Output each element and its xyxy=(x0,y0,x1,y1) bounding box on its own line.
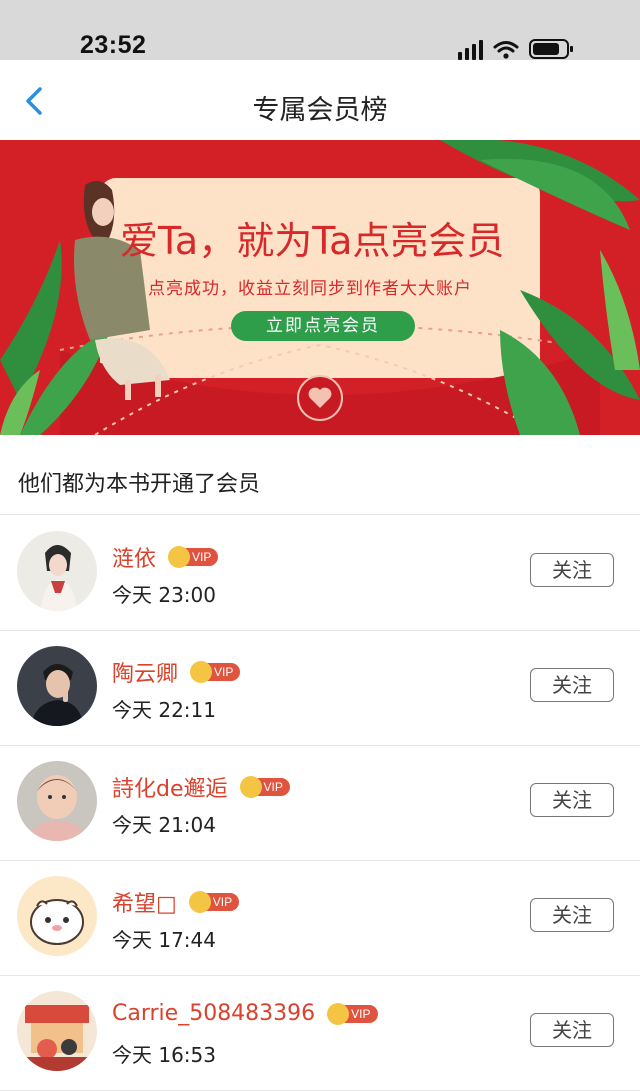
member-row: 涟依 VIP 今天 23:00 关注 xyxy=(0,515,640,631)
cartoon-avatar[interactable] xyxy=(17,876,97,956)
follow-button[interactable]: 关注 xyxy=(530,783,614,817)
battery-icon xyxy=(529,39,573,59)
wifi-icon xyxy=(493,41,519,59)
cartoon-shop-avatar[interactable] xyxy=(17,991,97,1071)
member-name-row: 希望□ VIP xyxy=(112,886,240,918)
vip-badge: VIP xyxy=(188,891,240,913)
page-title: 专属会员榜 xyxy=(252,95,388,126)
promo-banner[interactable]: 爱Ta，就为Ta点亮会员 点亮成功，收益立刻同步到作者大大账户 立即点亮会员 xyxy=(0,140,640,435)
member-name[interactable]: 陶云卿 xyxy=(112,656,178,688)
banner-headline: 爱Ta，就为Ta点亮会员 xyxy=(120,219,505,263)
crown-icon xyxy=(188,891,211,913)
member-row: 希望□ VIP 今天 17:44 关注 xyxy=(0,860,640,976)
follow-button[interactable]: 关注 xyxy=(530,1013,614,1047)
signal-icon xyxy=(458,38,483,60)
crown-icon xyxy=(239,776,262,798)
vip-badge: VIP xyxy=(190,661,241,683)
status-bar: 23:52 xyxy=(0,0,640,60)
crown-icon xyxy=(190,661,213,683)
follow-button[interactable]: 关注 xyxy=(530,553,614,587)
member-name[interactable]: 希望□ xyxy=(112,886,177,918)
crown-icon xyxy=(168,546,191,568)
follow-button[interactable]: 关注 xyxy=(530,898,614,932)
member-name[interactable]: 涟依 xyxy=(112,541,156,573)
baby-photo-avatar[interactable] xyxy=(17,761,97,841)
member-name-row: 詩化de邂逅 VIP xyxy=(112,771,290,803)
member-name-row: 涟依 VIP xyxy=(112,541,219,573)
member-name[interactable]: Carrie_508483396 xyxy=(112,1001,315,1026)
member-row: 詩化de邂逅 VIP 今天 21:04 关注 xyxy=(0,745,640,861)
status-time: 23:52 xyxy=(80,31,147,59)
member-name-row: Carrie_508483396 VIP xyxy=(112,1001,378,1026)
vip-badge: VIP xyxy=(327,1002,378,1025)
light-up-membership-button[interactable]: 立即点亮会员 xyxy=(231,311,415,341)
section-title: 他们都为本书开通了会员 xyxy=(18,472,261,497)
member-row: 陶云卿 VIP 今天 22:11 关注 xyxy=(0,630,640,746)
member-row: Carrie_508483396 VIP 今天 16:53 关注 xyxy=(0,975,640,1091)
crown-icon xyxy=(327,1002,350,1025)
nav-bar: 专属会员榜 xyxy=(0,60,640,140)
portrait-painting-avatar[interactable] xyxy=(17,531,97,611)
follow-button[interactable]: 关注 xyxy=(530,668,614,702)
open-time: 今天 23:00 xyxy=(112,583,216,607)
open-time: 今天 21:04 xyxy=(112,813,216,837)
status-icons xyxy=(458,36,575,60)
vip-badge: VIP xyxy=(239,776,290,798)
open-time: 今天 16:53 xyxy=(112,1043,216,1067)
member-name-row: 陶云卿 VIP xyxy=(112,656,241,688)
vip-badge: VIP xyxy=(168,546,219,568)
man-photo-avatar[interactable] xyxy=(17,646,97,726)
banner-subtitle: 点亮成功，收益立刻同步到作者大大账户 xyxy=(148,279,472,299)
open-time: 今天 17:44 xyxy=(112,928,216,952)
open-time: 今天 22:11 xyxy=(112,698,216,722)
member-name[interactable]: 詩化de邂逅 xyxy=(112,771,228,803)
